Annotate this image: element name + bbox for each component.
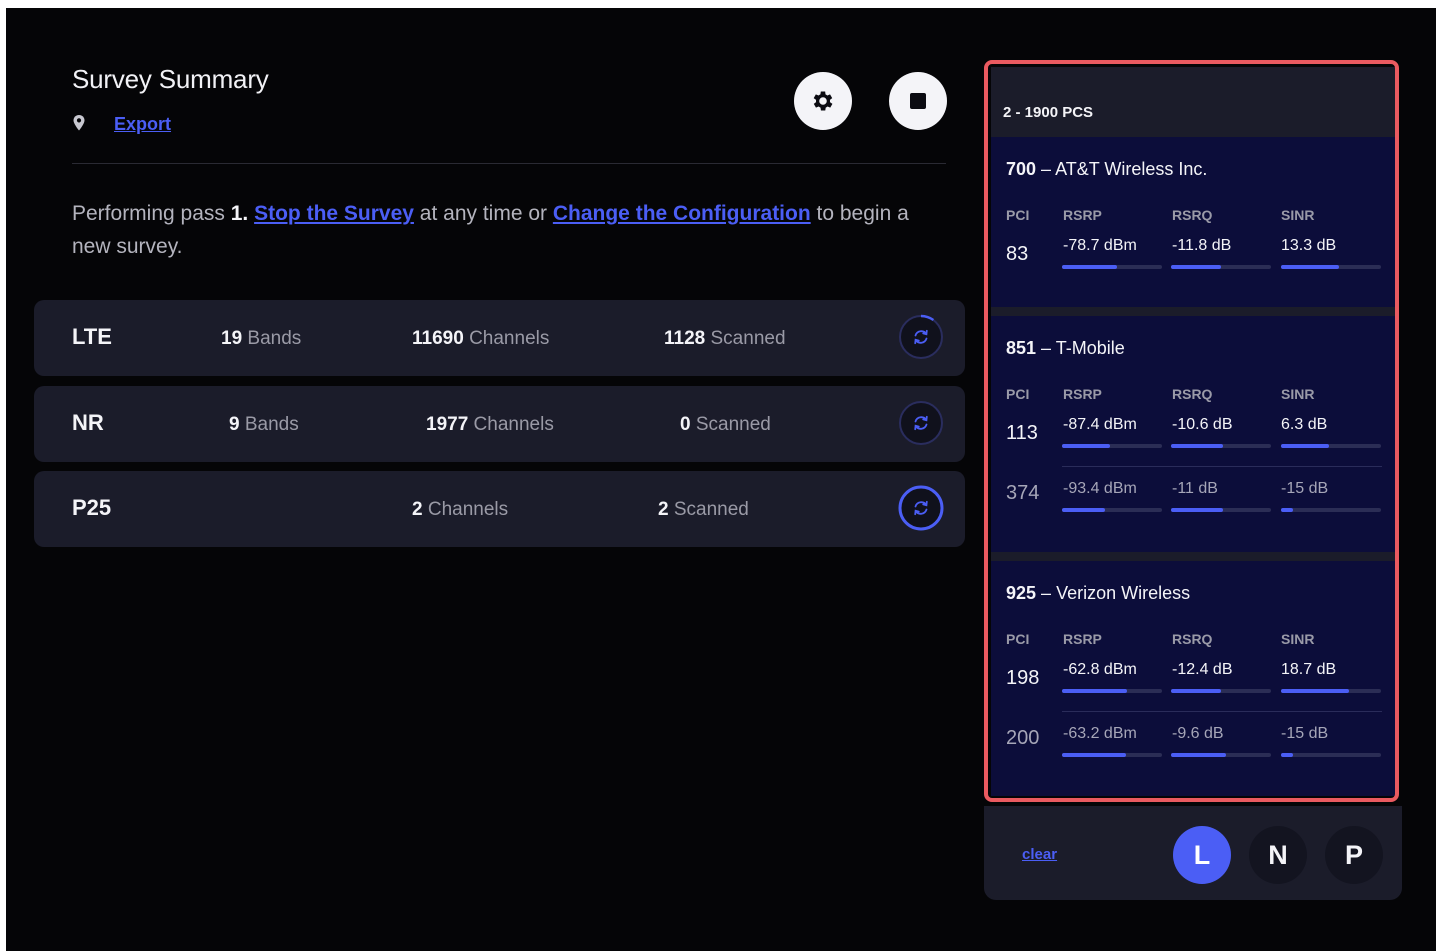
scanned-count: 0 Scanned <box>680 414 771 435</box>
stop-icon <box>910 93 926 109</box>
band-count: 9 Bands <box>229 414 299 435</box>
change-configuration-link[interactable]: Change the Configuration <box>553 202 811 225</box>
tech-row-nr[interactable]: NR 9 Bands 1977 Channels 0 Scanned <box>34 386 965 462</box>
export-link[interactable]: Export <box>114 114 171 135</box>
progress-track <box>899 315 943 359</box>
tech-name: P25 <box>72 495 112 520</box>
location-pin-icon <box>73 115 85 131</box>
window-edge-left <box>0 0 6 951</box>
tech-name: LTE <box>72 324 112 349</box>
scan-progress-icon <box>898 485 944 531</box>
page-title: Survey Summary <box>72 64 269 94</box>
stop-survey-link[interactable]: Stop the Survey <box>254 202 414 225</box>
survey-status-message: Performing pass 1. Stop the Survey at an… <box>72 197 952 263</box>
channel-count: 2 Channels <box>412 499 509 520</box>
survey-page: Survey Summary Export Performing pass 1.… <box>0 0 1436 951</box>
tech-name: NR <box>72 410 104 435</box>
tech-row-lte[interactable]: LTE 19 Bands 11690 Channels 1128 Scanned <box>34 300 965 376</box>
technology-filter-bar: clear L N P <box>984 806 1402 900</box>
window-edge-top <box>0 0 1436 8</box>
status-middle: at any time or <box>413 202 553 225</box>
gear-icon <box>813 91 833 111</box>
scan-progress-icon <box>898 400 944 446</box>
clear-filter-link[interactable]: clear <box>1022 846 1057 863</box>
highlight-frame <box>984 60 1399 802</box>
scan-progress-icon <box>898 314 944 360</box>
filter-lte-button[interactable]: L <box>1173 826 1231 884</box>
settings-button[interactable] <box>794 72 852 130</box>
status-prefix: Performing pass <box>72 202 231 225</box>
scanned-count: 2 Scanned <box>658 499 749 520</box>
filter-nr-button[interactable]: N <box>1249 826 1307 884</box>
tech-row-p25[interactable]: P25 2 Channels 2 Scanned <box>34 471 965 547</box>
channel-count: 11690 Channels <box>412 328 550 349</box>
channel-count: 1977 Channels <box>426 414 554 435</box>
filter-p25-button[interactable]: P <box>1325 826 1383 884</box>
band-count: 19 Bands <box>221 328 302 349</box>
scanned-count: 1128 Scanned <box>664 328 786 349</box>
stop-survey-button[interactable] <box>889 72 947 130</box>
progress-track <box>899 401 943 445</box>
pass-number: 1. <box>230 202 249 225</box>
header-divider <box>72 163 946 164</box>
